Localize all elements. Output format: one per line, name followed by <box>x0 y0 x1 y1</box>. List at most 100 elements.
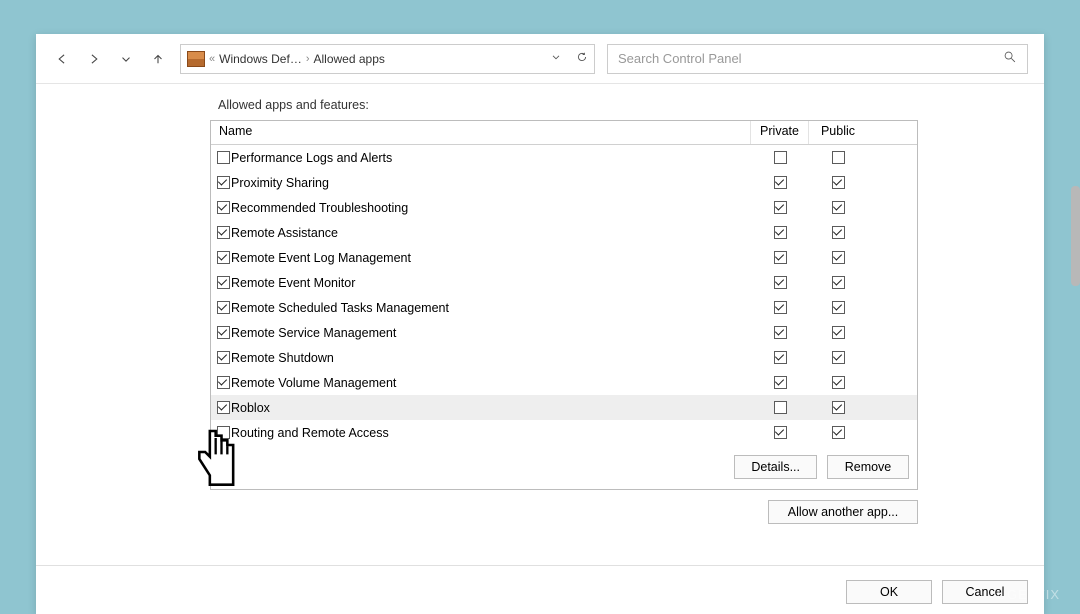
list-rows: Performance Logs and Alerts Proximity Sha… <box>211 145 917 445</box>
public-cell <box>809 176 867 189</box>
app-row[interactable]: Remote Shutdown <box>211 345 917 370</box>
name-cell: Remote Service Management <box>211 326 751 340</box>
name-cell: Roblox <box>211 401 751 415</box>
public-checkbox[interactable] <box>832 251 845 264</box>
col-public-header[interactable]: Public <box>809 121 867 144</box>
private-checkbox[interactable] <box>774 276 787 289</box>
enabled-checkbox[interactable] <box>217 426 230 439</box>
public-checkbox[interactable] <box>832 176 845 189</box>
toolbar: « Windows Def… › Allowed apps <box>36 34 1044 84</box>
search-icon[interactable] <box>1003 50 1017 67</box>
public-checkbox[interactable] <box>832 351 845 364</box>
enabled-checkbox[interactable] <box>217 226 230 239</box>
forward-button[interactable] <box>84 49 104 69</box>
public-checkbox[interactable] <box>832 401 845 414</box>
section-title: Allowed apps and features: <box>210 84 918 120</box>
public-checkbox[interactable] <box>832 201 845 214</box>
private-checkbox[interactable] <box>774 401 787 414</box>
ok-button[interactable]: OK <box>846 580 932 604</box>
private-cell <box>751 201 809 214</box>
app-row[interactable]: Remote Assistance <box>211 220 917 245</box>
app-name-label: Proximity Sharing <box>230 176 329 190</box>
public-cell <box>809 426 867 439</box>
content-area: Allowed apps and features: Name Private … <box>36 84 1044 614</box>
recent-dropdown[interactable] <box>116 49 136 69</box>
private-checkbox[interactable] <box>774 201 787 214</box>
app-name-label: Remote Volume Management <box>230 376 396 390</box>
private-checkbox[interactable] <box>774 176 787 189</box>
app-row[interactable]: Remote Service Management <box>211 320 917 345</box>
public-cell <box>809 151 867 164</box>
app-name-label: Remote Shutdown <box>230 351 334 365</box>
app-row[interactable]: Remote Volume Management <box>211 370 917 395</box>
private-checkbox[interactable] <box>774 226 787 239</box>
private-cell <box>751 401 809 414</box>
breadcrumb-prefix: « <box>209 53 215 65</box>
enabled-checkbox[interactable] <box>217 351 230 364</box>
breadcrumb-part[interactable]: Allowed apps <box>313 52 384 66</box>
app-name-label: Remote Service Management <box>230 326 396 340</box>
allow-another-app-button[interactable]: Allow another app... <box>768 500 918 524</box>
app-row[interactable]: Remote Event Monitor <box>211 270 917 295</box>
chevron-down-icon[interactable] <box>550 51 562 66</box>
public-cell <box>809 276 867 289</box>
public-checkbox[interactable] <box>832 151 845 164</box>
private-checkbox[interactable] <box>774 351 787 364</box>
app-row[interactable]: Remote Scheduled Tasks Management <box>211 295 917 320</box>
public-checkbox[interactable] <box>832 301 845 314</box>
up-button[interactable] <box>148 49 168 69</box>
details-button[interactable]: Details... <box>734 455 817 479</box>
private-checkbox[interactable] <box>774 151 787 164</box>
back-button[interactable] <box>52 49 72 69</box>
enabled-checkbox[interactable] <box>217 276 230 289</box>
app-row[interactable]: Recommended Troubleshooting <box>211 195 917 220</box>
enabled-checkbox[interactable] <box>217 376 230 389</box>
list-footer: Details... Remove <box>211 445 917 489</box>
name-cell: Remote Volume Management <box>211 376 751 390</box>
app-row[interactable]: Remote Event Log Management <box>211 245 917 270</box>
private-checkbox[interactable] <box>774 326 787 339</box>
public-cell <box>809 226 867 239</box>
app-row[interactable]: Performance Logs and Alerts <box>211 145 917 170</box>
public-checkbox[interactable] <box>832 276 845 289</box>
public-cell <box>809 301 867 314</box>
breadcrumb-bar[interactable]: « Windows Def… › Allowed apps <box>180 44 595 74</box>
private-checkbox[interactable] <box>774 251 787 264</box>
search-box[interactable] <box>607 44 1028 74</box>
enabled-checkbox[interactable] <box>217 326 230 339</box>
private-checkbox[interactable] <box>774 376 787 389</box>
enabled-checkbox[interactable] <box>217 301 230 314</box>
enabled-checkbox[interactable] <box>217 176 230 189</box>
enabled-checkbox[interactable] <box>217 401 230 414</box>
public-checkbox[interactable] <box>832 326 845 339</box>
breadcrumb-part[interactable]: Windows Def… <box>219 52 302 66</box>
public-checkbox[interactable] <box>832 226 845 239</box>
col-name-header[interactable]: Name <box>211 121 751 144</box>
public-cell <box>809 251 867 264</box>
private-checkbox[interactable] <box>774 301 787 314</box>
col-private-header[interactable]: Private <box>751 121 809 144</box>
name-cell: Proximity Sharing <box>211 176 751 190</box>
name-cell: Performance Logs and Alerts <box>211 151 751 165</box>
private-cell <box>751 151 809 164</box>
enabled-checkbox[interactable] <box>217 251 230 264</box>
remove-button[interactable]: Remove <box>827 455 909 479</box>
private-cell <box>751 351 809 364</box>
app-row[interactable]: Proximity Sharing <box>211 170 917 195</box>
private-cell <box>751 176 809 189</box>
enabled-checkbox[interactable] <box>217 201 230 214</box>
app-row[interactable]: Routing and Remote Access <box>211 420 917 445</box>
page-scrollbar[interactable] <box>1071 186 1080 286</box>
search-input[interactable] <box>618 51 1003 66</box>
public-checkbox[interactable] <box>832 426 845 439</box>
app-row[interactable]: Roblox <box>211 395 917 420</box>
private-cell <box>751 251 809 264</box>
public-checkbox[interactable] <box>832 376 845 389</box>
name-cell: Remote Scheduled Tasks Management <box>211 301 751 315</box>
name-cell: Remote Assistance <box>211 226 751 240</box>
list-header: Name Private Public <box>211 121 917 145</box>
name-cell: Routing and Remote Access <box>211 426 751 440</box>
private-checkbox[interactable] <box>774 426 787 439</box>
enabled-checkbox[interactable] <box>217 151 230 164</box>
refresh-icon[interactable] <box>576 51 588 66</box>
